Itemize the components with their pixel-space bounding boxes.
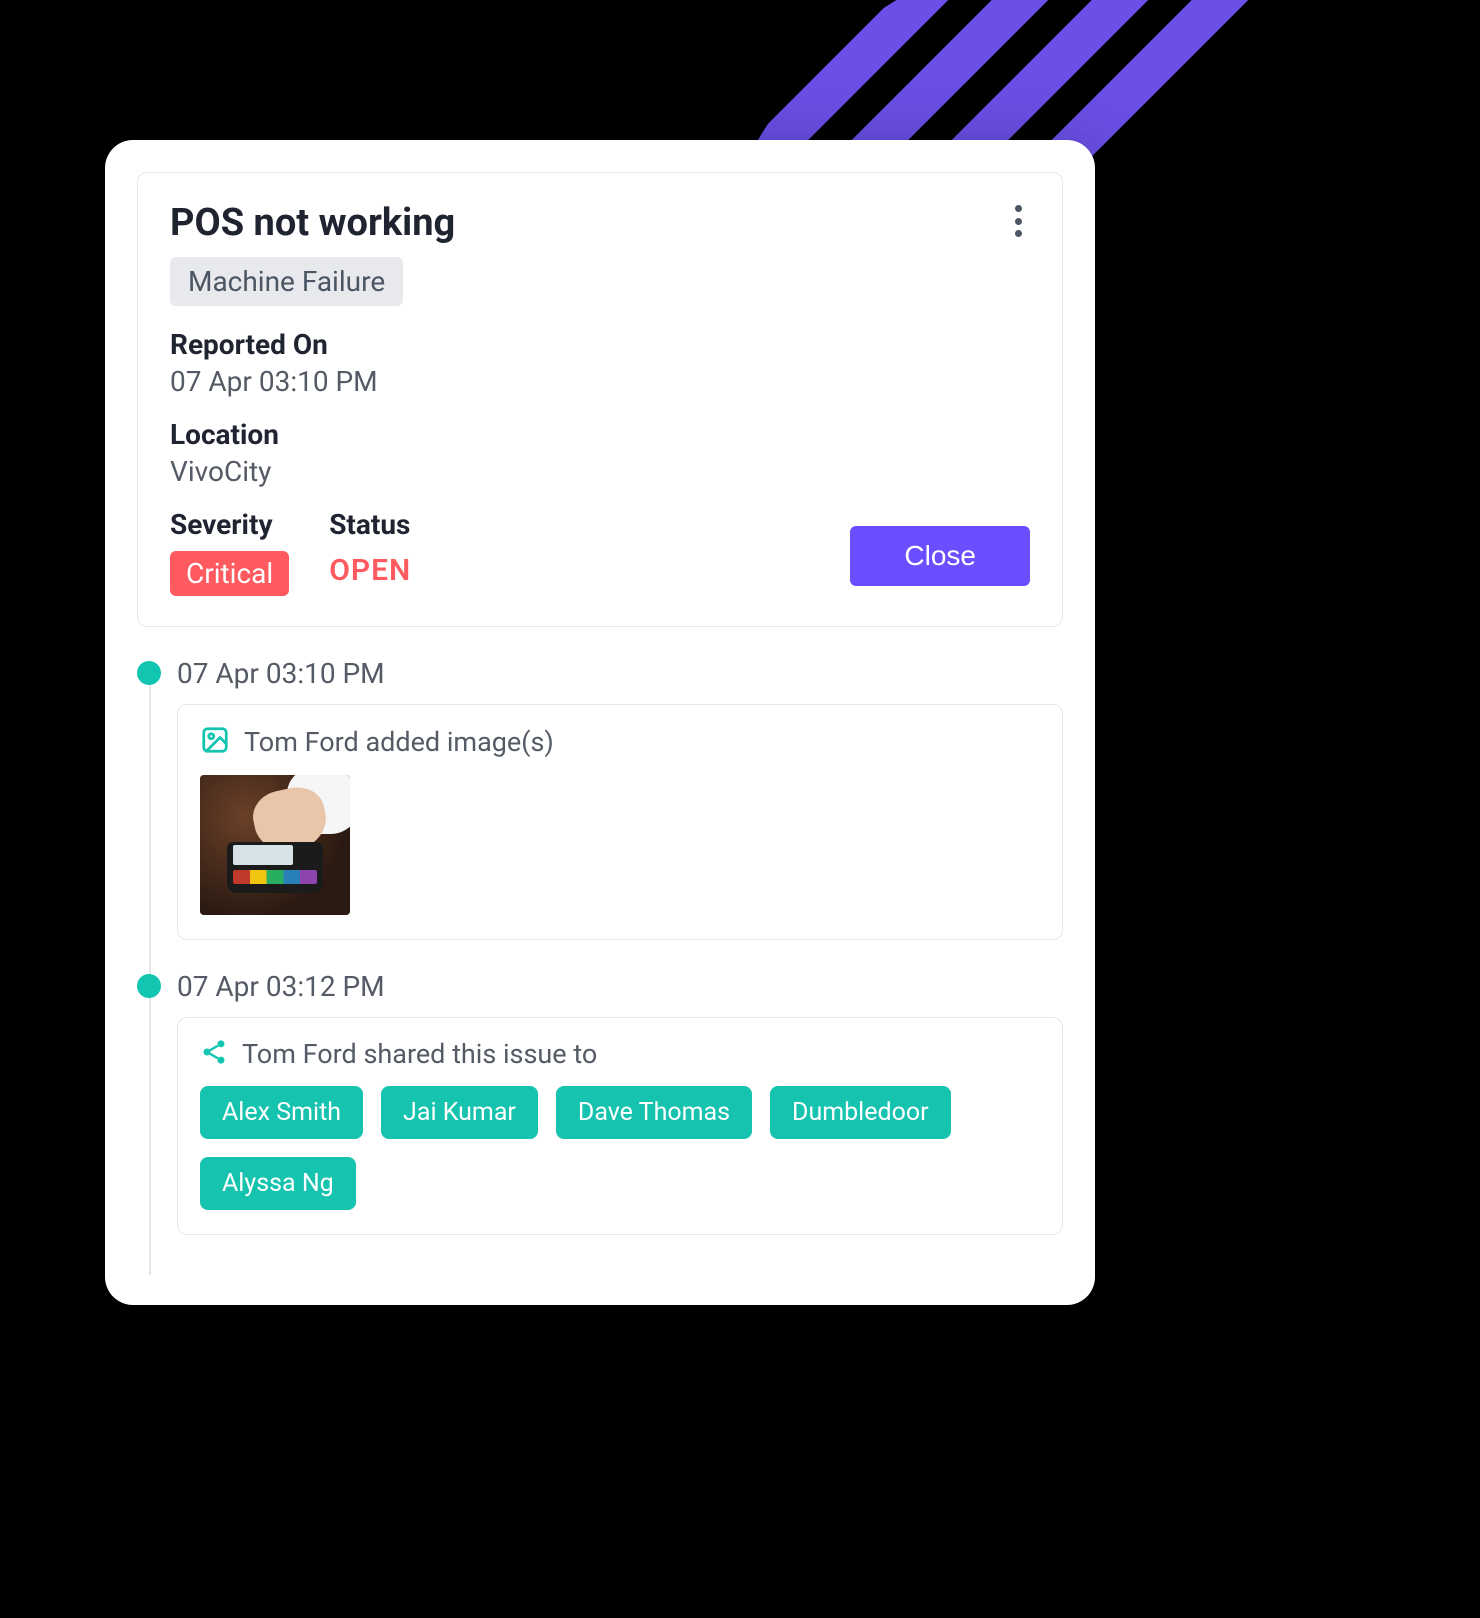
severity-label: Severity	[170, 508, 289, 541]
timeline-dot-icon	[137, 661, 161, 685]
close-button[interactable]: Close	[850, 526, 1030, 586]
status-value: OPEN	[329, 553, 411, 588]
person-chip[interactable]: Jai Kumar	[381, 1086, 538, 1139]
location-value: VivoCity	[170, 455, 1030, 488]
timeline-box: Tom Ford shared this issue to Alex Smith…	[177, 1017, 1063, 1235]
person-chip[interactable]: Alyssa Ng	[200, 1157, 356, 1210]
issue-title: POS not working	[170, 201, 1030, 245]
person-chip[interactable]: Dave Thomas	[556, 1086, 752, 1139]
issue-header-panel: POS not working Machine Failure Reported…	[137, 172, 1063, 627]
timeline-entry: 07 Apr 03:12 PM Tom Ford shared this iss…	[177, 970, 1063, 1235]
timeline-box: Tom Ford added image(s)	[177, 704, 1063, 940]
more-menu-button[interactable]	[1004, 201, 1032, 241]
timeline: 07 Apr 03:10 PM Tom Ford added image(s)	[137, 657, 1063, 1235]
timeline-time: 07 Apr 03:10 PM	[177, 657, 1063, 690]
timeline-text: Tom Ford added image(s)	[244, 726, 554, 758]
location-label: Location	[170, 418, 1030, 451]
shared-people-list: Alex Smith Jai Kumar Dave Thomas Dumbled…	[200, 1086, 1040, 1210]
status-label: Status	[329, 508, 411, 541]
reported-on-label: Reported On	[170, 328, 1030, 361]
timeline-entry: 07 Apr 03:10 PM Tom Ford added image(s)	[177, 657, 1063, 940]
share-icon	[200, 1038, 228, 1070]
severity-badge: Critical	[170, 551, 289, 596]
timeline-dot-icon	[137, 974, 161, 998]
image-icon	[200, 725, 230, 759]
person-chip[interactable]: Dumbledoor	[770, 1086, 951, 1139]
attachment-thumbnail[interactable]	[200, 775, 350, 915]
person-chip[interactable]: Alex Smith	[200, 1086, 363, 1139]
timeline-time: 07 Apr 03:12 PM	[177, 970, 1063, 1003]
reported-on-value: 07 Apr 03:10 PM	[170, 365, 1030, 398]
category-chip: Machine Failure	[170, 257, 403, 306]
issue-card: POS not working Machine Failure Reported…	[105, 140, 1095, 1305]
timeline-text: Tom Ford shared this issue to	[242, 1038, 597, 1070]
